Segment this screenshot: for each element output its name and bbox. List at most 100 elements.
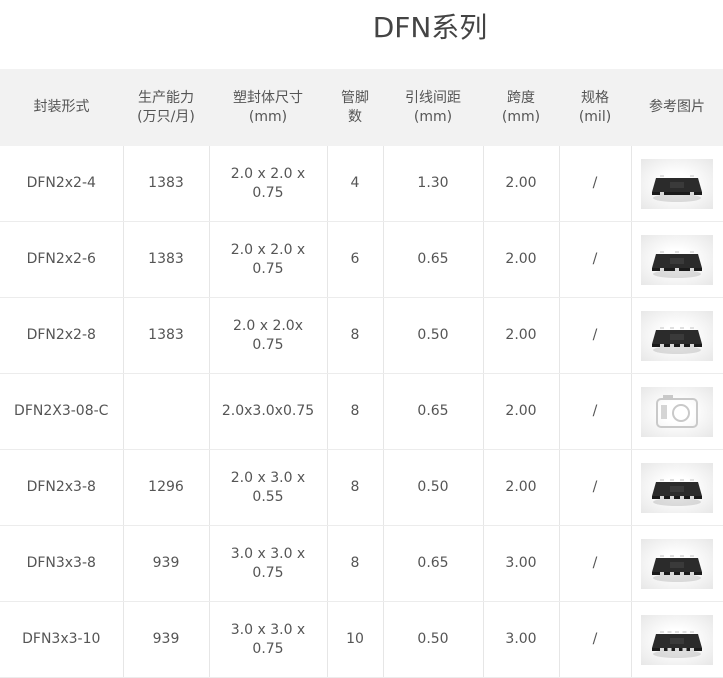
size-line-1: 2.0 x 2.0 x	[230, 241, 306, 258]
cell-package: DFN3x3-10	[0, 601, 124, 678]
cell-spec: /	[559, 146, 632, 222]
cell-span: 2.00	[483, 297, 560, 374]
header-package: 封装形式	[0, 69, 123, 146]
cell-pins: 4	[327, 146, 384, 222]
size-line-1: 2.0 x 3.0 x	[230, 469, 306, 486]
header-body-size: 塑封体尺寸 (mm)	[209, 69, 327, 146]
pins-value: 6	[350, 251, 360, 267]
cell-body-size: 2.0x3.0x0.75	[209, 373, 328, 450]
cell-spec: /	[559, 525, 632, 602]
package-name: DFN2X3-08-C	[14, 403, 109, 419]
cell-image	[631, 449, 723, 526]
cell-body-size: 2.0 x 2.0 x 0.75	[209, 221, 328, 298]
cell-package: DFN2x2-6	[0, 221, 124, 298]
cell-capacity: 1383	[123, 146, 210, 222]
capacity-value: 1383	[148, 251, 184, 267]
size-line-2: 0.75	[252, 564, 284, 581]
cell-capacity: 939	[123, 525, 210, 602]
header-text: 管脚	[341, 89, 369, 106]
cell-package: DFN2X3-08-C	[0, 373, 124, 450]
spec-value: /	[592, 631, 598, 647]
chip-4-icon	[652, 174, 703, 202]
package-image[interactable]	[641, 234, 714, 285]
package-name: DFN2x2-6	[26, 251, 96, 267]
cell-span: 3.00	[483, 601, 560, 678]
cell-pins: 10	[327, 601, 384, 678]
spec-value: /	[592, 251, 598, 267]
pitch-value: 0.65	[417, 251, 449, 267]
cell-pitch: 0.65	[383, 525, 484, 602]
cell-body-size: 3.0 x 3.0 x 0.75	[209, 601, 328, 678]
pins-value: 8	[350, 403, 360, 419]
cell-package: DFN3x3-8	[0, 525, 124, 602]
header-text: 参考图片	[649, 99, 705, 115]
cell-pitch: 0.65	[383, 221, 484, 298]
cell-capacity: 1383	[123, 297, 210, 374]
table-row: DFN2x2-6 1383 2.0 x 2.0 x 0.75 6 0.65 2.0…	[0, 221, 723, 298]
pitch-value: 0.50	[417, 479, 449, 495]
cell-capacity: 939	[123, 601, 210, 678]
size-line-2: 0.75	[252, 640, 284, 657]
cell-package: DFN2x3-8	[0, 449, 124, 526]
chip-8-icon	[652, 326, 703, 354]
pitch-value: 0.65	[417, 555, 449, 571]
header-unit: (mm)	[501, 108, 541, 125]
spec-value: /	[592, 555, 598, 571]
page-title: DFN系列	[372, 11, 488, 44]
capacity-value: 939	[152, 631, 180, 647]
package-name: DFN3x3-10	[22, 631, 101, 647]
header-text: 跨度	[507, 89, 535, 106]
header-spec: 规格 (mil)	[559, 69, 631, 146]
cell-pins: 8	[327, 525, 384, 602]
cell-package: DFN2x2-4	[0, 146, 124, 222]
camera-placeholder-icon	[656, 394, 699, 428]
header-text: 引线间距	[405, 89, 461, 106]
header-unit: (mil)	[578, 108, 612, 125]
chip-8-icon	[652, 478, 703, 506]
package-image[interactable]	[641, 386, 714, 437]
pins-value: 8	[350, 479, 360, 495]
size-line-1: 2.0x3.0x0.75	[221, 403, 315, 419]
table-row: DFN2X3-08-C 2.0x3.0x0.75 8 0.65 2.00 /	[0, 373, 723, 450]
capacity-value: 939	[152, 555, 180, 571]
package-image[interactable]	[641, 158, 714, 209]
span-value: 2.00	[505, 327, 537, 343]
cell-span: 3.00	[483, 525, 560, 602]
span-value: 2.00	[505, 479, 537, 495]
cell-capacity: 1383	[123, 221, 210, 298]
package-image[interactable]	[641, 538, 714, 589]
package-name: DFN2x2-4	[26, 175, 96, 191]
chip-8-icon	[652, 554, 703, 582]
size-line-2: 0.75	[252, 336, 284, 353]
table-row: DFN2x3-8 1296 2.0 x 3.0 x 0.55 8 0.50 2.0…	[0, 449, 723, 526]
header-text: 封装形式	[33, 99, 90, 115]
cell-body-size: 2.0 x 2.0x 0.75	[209, 297, 328, 374]
package-image[interactable]	[641, 614, 714, 665]
size-line-2: 0.75	[252, 260, 284, 277]
span-value: 3.00	[505, 631, 537, 647]
cell-pitch: 1.30	[383, 146, 484, 222]
cell-span: 2.00	[483, 373, 560, 450]
cell-pitch: 0.65	[383, 373, 484, 450]
cell-span: 2.00	[483, 221, 560, 298]
pins-value: 8	[350, 555, 360, 571]
package-image[interactable]	[641, 310, 714, 361]
cell-pitch: 0.50	[383, 601, 484, 678]
cell-package: DFN2x2-8	[0, 297, 124, 374]
chip-6-icon	[652, 250, 703, 278]
header-unit: 数	[348, 108, 362, 125]
cell-spec: /	[559, 221, 632, 298]
cell-capacity	[123, 373, 210, 450]
pins-value: 8	[350, 327, 360, 343]
cell-pitch: 0.50	[383, 449, 484, 526]
spec-value: /	[592, 175, 598, 191]
header-pitch: 引线间距 (mm)	[383, 69, 483, 146]
cell-image	[631, 525, 723, 602]
table-row: DFN2x2-4 1383 2.0 x 2.0 x 0.75 4 1.30 2.0…	[0, 146, 723, 222]
package-image[interactable]	[641, 462, 714, 513]
header-text: 塑封体尺寸	[233, 89, 303, 106]
pitch-value: 1.30	[417, 175, 449, 191]
table-row: DFN3x3-10 939 3.0 x 3.0 x 0.75 10 0.50 3.…	[0, 601, 723, 678]
size-line-1: 2.0 x 2.0x	[233, 317, 303, 334]
header-text: 生产能力	[138, 89, 194, 106]
